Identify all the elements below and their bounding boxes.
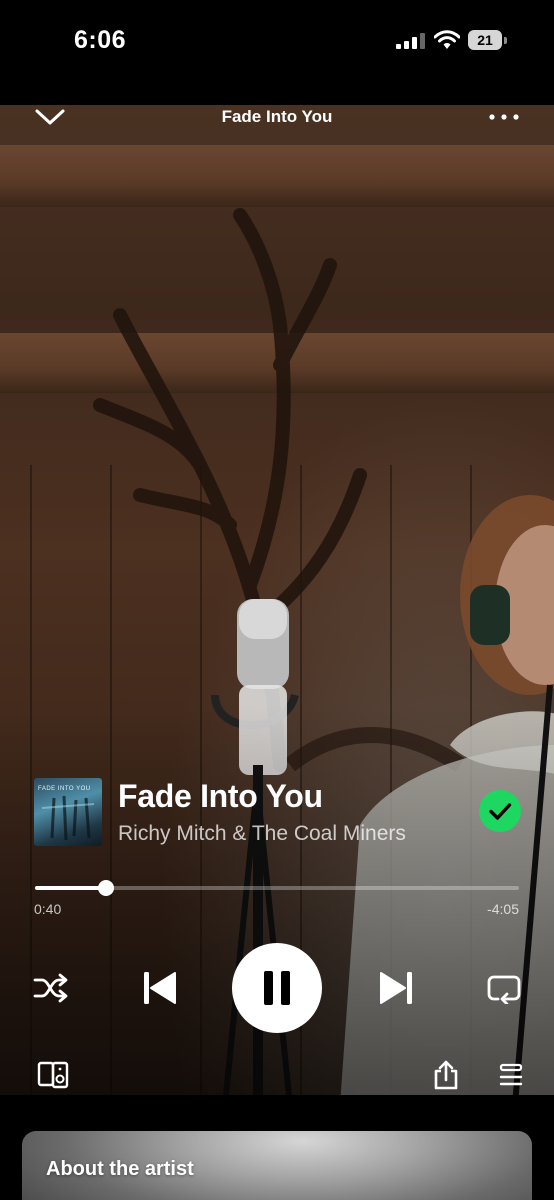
more-options-button[interactable] — [484, 104, 524, 132]
next-icon — [380, 972, 412, 1004]
ceiling-beam — [0, 145, 554, 207]
connect-device-button[interactable] — [37, 1060, 71, 1090]
remaining-time: -4:05 — [487, 901, 519, 917]
status-bar: 6:06 21 — [0, 0, 554, 90]
queue-icon — [499, 1063, 523, 1086]
progress-bar[interactable] — [35, 880, 519, 896]
now-playing-title: Fade Into You — [221, 107, 333, 126]
share-button[interactable] — [432, 1059, 460, 1091]
pause-icon — [264, 971, 290, 1005]
album-cover[interactable]: FADE INTO YOU — [34, 778, 102, 846]
signal-icon — [396, 33, 426, 49]
repeat-icon — [487, 975, 521, 1004]
pause-button[interactable] — [232, 943, 322, 1033]
now-playing-screen: 6:06 21 Fade Into You FADE INTO YOU Fade… — [0, 0, 554, 1200]
chevron-down-icon — [35, 109, 65, 125]
about-artist-card[interactable]: About the artist — [22, 1131, 532, 1200]
previous-icon — [144, 972, 176, 1004]
more-dots-icon — [489, 114, 519, 120]
connect-device-icon — [37, 1061, 69, 1089]
elapsed-time: 0:40 — [34, 901, 62, 917]
check-icon — [489, 803, 512, 820]
track-title[interactable]: Fade Into You — [118, 778, 323, 815]
about-artist-title: About the artist — [46, 1158, 194, 1180]
shuffle-icon — [33, 973, 68, 1003]
next-button[interactable] — [376, 968, 416, 1008]
wifi-icon — [434, 30, 460, 50]
collapse-button[interactable] — [32, 104, 68, 132]
shuffle-button[interactable] — [33, 971, 69, 1005]
progress-fill — [35, 886, 107, 890]
battery-icon: 21 — [468, 30, 508, 52]
repeat-button[interactable] — [486, 972, 522, 1004]
status-time: 6:06 — [74, 26, 127, 54]
track-artist[interactable]: Richy Mitch & The Coal Miners — [118, 822, 406, 846]
previous-button[interactable] — [140, 968, 180, 1008]
share-icon — [434, 1060, 458, 1090]
queue-button[interactable] — [498, 1062, 524, 1088]
battery-level: 21 — [477, 32, 493, 48]
liked-button[interactable] — [479, 790, 521, 832]
